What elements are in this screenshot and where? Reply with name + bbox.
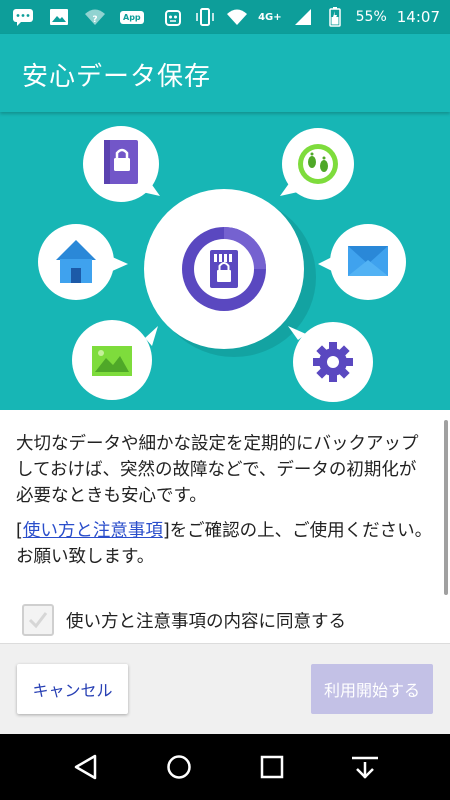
gallery-icon (72, 320, 158, 400)
network-type: 4G+ (258, 11, 282, 23)
svg-text:?: ? (92, 15, 97, 25)
signal-icon (292, 6, 314, 28)
clock: 14:07 (396, 8, 440, 26)
cancel-button[interactable]: キャンセル (17, 664, 128, 714)
description-text: 大切なデータや細かな設定を定期的にバックアップしておけば、突然の故障などで、デー… (16, 434, 419, 506)
image-icon (48, 6, 70, 28)
wifi-question-icon: ? (84, 6, 106, 28)
battery-percent: 55% (355, 9, 387, 25)
notice-rest: をご確認の上、ご使用ください。 (169, 521, 433, 541)
app-bar: 安心データ保存 (0, 34, 450, 112)
vibrate-icon (194, 6, 216, 28)
app-badge-icon: App (120, 10, 144, 24)
mail-icon (318, 224, 406, 300)
notice-open-bracket: [ (16, 521, 23, 541)
home-icon (38, 224, 128, 300)
settings-gear-icon (288, 322, 373, 402)
status-bar: ? App 4G+ 55% 14:07 (0, 0, 450, 34)
check-icon (28, 612, 48, 629)
consent-checkbox[interactable] (22, 604, 54, 636)
notice-line2: お願い致します。 (16, 547, 155, 567)
consent-row[interactable]: 使い方と注意事項の内容に同意する (22, 604, 346, 636)
wifi-icon (226, 6, 248, 28)
start-button[interactable]: 利用開始する (311, 664, 433, 714)
chat-icon (12, 6, 34, 28)
recents-icon[interactable] (252, 747, 292, 787)
notice-text: [使い方と注意事項]をご確認の上、ご使用ください。 お願い致します。 (16, 518, 436, 570)
notice-close-bracket: ] (162, 521, 170, 541)
notification-pull-icon[interactable] (345, 747, 385, 787)
content-area: 大切なデータや細かな設定を定期的にバックアップしておけば、突然の故障などで、デー… (0, 410, 450, 643)
home-circle-icon[interactable] (159, 747, 199, 787)
consent-label[interactable]: 使い方と注意事項の内容に同意する (66, 608, 346, 633)
footprints-icon (280, 128, 354, 200)
usage-notes-link[interactable]: 使い方と注意事項 (23, 521, 163, 541)
scrollbar[interactable] (444, 420, 448, 595)
page-title: 安心データ保存 (22, 62, 212, 92)
sd-card-lock-icon (144, 189, 316, 357)
contacts-lock-icon (83, 126, 160, 202)
robot-icon (162, 6, 184, 28)
battery-icon (324, 6, 346, 28)
navigation-bar (0, 734, 450, 800)
button-bar: キャンセル 利用開始する (0, 643, 450, 734)
back-icon[interactable] (66, 747, 106, 787)
hero-illustration (0, 112, 450, 410)
